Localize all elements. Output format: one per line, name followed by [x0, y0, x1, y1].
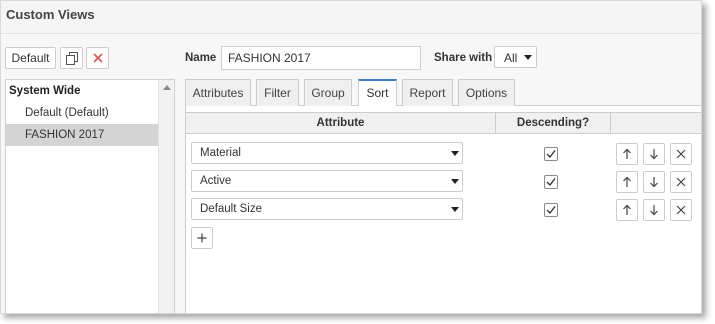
arrow-up-icon: [623, 204, 631, 215]
tab-filter[interactable]: Filter: [256, 79, 299, 106]
title-bar: Custom Views: [1, 1, 701, 34]
tab-strip: Attributes Filter Group Sort Report Opti…: [185, 79, 701, 107]
attribute-select[interactable]: Default Size: [191, 198, 463, 220]
attribute-value: Active: [200, 175, 232, 187]
tab-options[interactable]: Options: [458, 79, 515, 106]
default-button[interactable]: Default: [5, 47, 56, 69]
list-group-system-wide: System Wide: [9, 85, 81, 97]
add-sort-row-button[interactable]: [191, 227, 213, 249]
copy-icon: [65, 51, 78, 65]
move-up-button[interactable]: [616, 171, 638, 193]
table-header: Attribute Descending?: [186, 112, 701, 134]
sort-panel: Attribute Descending? Material Active De…: [185, 106, 701, 313]
tab-report[interactable]: Report: [402, 79, 453, 106]
arrow-down-icon: [650, 205, 658, 216]
list-item[interactable]: Default (Default): [6, 102, 158, 124]
column-header-attribute: Attribute: [316, 117, 365, 129]
column-header-descending: Descending?: [516, 117, 590, 129]
move-down-button[interactable]: [643, 171, 665, 193]
close-icon: [92, 53, 103, 63]
arrow-up-icon: [623, 176, 631, 187]
list-item[interactable]: FASHION 2017: [6, 124, 158, 146]
check-icon: [546, 206, 556, 215]
scrollbar[interactable]: [158, 80, 174, 313]
scroll-up-arrow-icon[interactable]: [163, 85, 171, 90]
tab-group[interactable]: Group: [304, 79, 352, 106]
chevron-down-icon: [451, 179, 459, 184]
custom-views-window: Custom Views Default System Wide Default…: [0, 0, 702, 314]
name-label: Name: [185, 52, 217, 64]
remove-row-button[interactable]: [670, 171, 692, 193]
remove-row-button[interactable]: [670, 199, 692, 221]
close-icon: [676, 205, 686, 215]
attribute-select[interactable]: Material: [191, 142, 463, 164]
descending-checkbox[interactable]: [544, 147, 558, 161]
tab-sort[interactable]: Sort: [358, 79, 397, 107]
move-down-button[interactable]: [643, 199, 665, 221]
check-icon: [546, 150, 556, 159]
share-with-select[interactable]: All: [494, 46, 537, 68]
delete-view-button[interactable]: [86, 47, 109, 69]
close-icon: [676, 149, 686, 159]
remove-row-button[interactable]: [670, 143, 692, 165]
arrow-down-icon: [650, 149, 658, 160]
chevron-down-icon: [451, 151, 459, 156]
share-with-label: Share with: [434, 52, 493, 64]
name-input[interactable]: [221, 46, 421, 70]
descending-checkbox[interactable]: [544, 203, 558, 217]
move-down-button[interactable]: [643, 143, 665, 165]
window-title: Custom Views: [6, 7, 95, 22]
arrow-up-icon: [623, 148, 631, 159]
chevron-down-icon: [451, 207, 459, 212]
move-up-button[interactable]: [616, 199, 638, 221]
move-up-button[interactable]: [616, 143, 638, 165]
attribute-value: Default Size: [200, 203, 263, 215]
share-with-value: All: [504, 51, 518, 65]
chevron-down-icon: [524, 55, 532, 60]
copy-button[interactable]: [60, 47, 83, 69]
attribute-value: Material: [200, 147, 241, 159]
attribute-select[interactable]: Active: [191, 170, 463, 192]
arrow-down-icon: [650, 177, 658, 188]
close-icon: [676, 177, 686, 187]
tab-attributes[interactable]: Attributes: [185, 79, 251, 106]
check-icon: [546, 178, 556, 187]
descending-checkbox[interactable]: [544, 175, 558, 189]
plus-icon: [197, 233, 207, 243]
views-list: System Wide Default (Default) FASHION 20…: [5, 79, 175, 313]
